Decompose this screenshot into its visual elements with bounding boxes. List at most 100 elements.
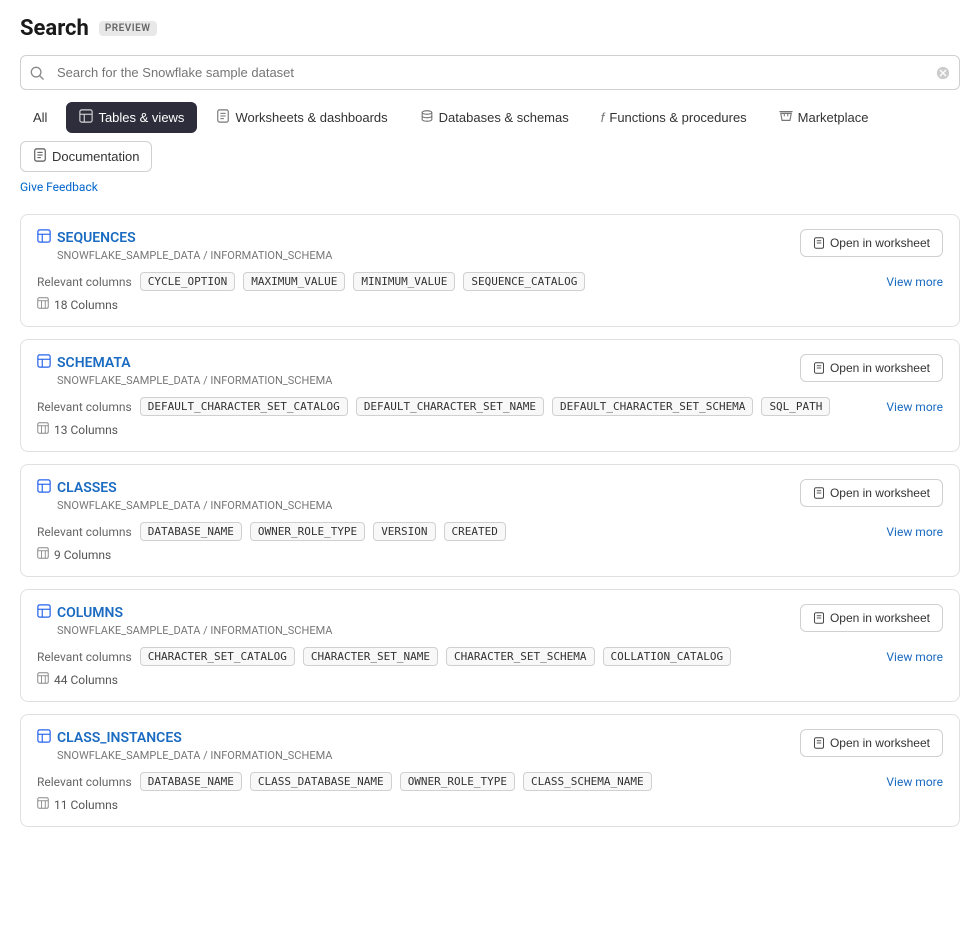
table-icon xyxy=(37,354,51,372)
result-card-schemata: SCHEMATA SNOWFLAKE_SAMPLE_DATA / INFORMA… xyxy=(20,339,960,452)
tab-marketplace-label: Marketplace xyxy=(798,110,869,125)
card-title-block: CLASS_INSTANCES SNOWFLAKE_SAMPLE_DATA / … xyxy=(37,729,332,762)
table-icon xyxy=(37,479,51,497)
columns-icon xyxy=(37,422,49,437)
result-card-classes: CLASSES SNOWFLAKE_SAMPLE_DATA / INFORMAT… xyxy=(20,464,960,577)
tab-tables-views-label: Tables & views xyxy=(98,110,184,125)
col-tag[interactable]: OWNER_ROLE_TYPE xyxy=(400,772,515,791)
col-tag[interactable]: CYCLE_OPTION xyxy=(140,272,235,291)
col-tag[interactable]: CHARACTER_SET_CATALOG xyxy=(140,647,295,666)
open-worksheet-classes[interactable]: Open in worksheet xyxy=(800,479,943,507)
card-name-row: SEQUENCES xyxy=(37,229,332,247)
result-card-columns: COLUMNS SNOWFLAKE_SAMPLE_DATA / INFORMAT… xyxy=(20,589,960,702)
result-name-classes[interactable]: CLASSES xyxy=(57,480,117,496)
result-path-class-instances: SNOWFLAKE_SAMPLE_DATA / INFORMATION_SCHE… xyxy=(57,749,332,762)
card-name-row: CLASS_INSTANCES xyxy=(37,729,332,747)
col-tag[interactable]: CLASS_DATABASE_NAME xyxy=(250,772,392,791)
tab-tables-views[interactable]: Tables & views xyxy=(66,102,197,133)
card-title-block: SEQUENCES SNOWFLAKE_SAMPLE_DATA / INFORM… xyxy=(37,229,332,262)
tab-marketplace[interactable]: Marketplace xyxy=(766,102,882,133)
card-title-block: CLASSES SNOWFLAKE_SAMPLE_DATA / INFORMAT… xyxy=(37,479,332,512)
search-input[interactable]: Search for the Snowflake sample dataset xyxy=(20,55,960,90)
view-more-classes[interactable]: View more xyxy=(886,525,943,539)
preview-badge: PREVIEW xyxy=(99,21,157,36)
result-name-class-instances[interactable]: CLASS_INSTANCES xyxy=(57,730,182,746)
col-tag[interactable]: DEFAULT_CHARACTER_SET_NAME xyxy=(356,397,544,416)
col-tag[interactable]: MAXIMUM_VALUE xyxy=(243,272,345,291)
relevant-label-classes: Relevant columns xyxy=(37,525,132,539)
tab-databases-schemas[interactable]: Databases & schemas xyxy=(407,102,582,133)
search-icon xyxy=(30,66,44,80)
results-list: SEQUENCES SNOWFLAKE_SAMPLE_DATA / INFORM… xyxy=(20,214,960,827)
open-worksheet-label-class-instances: Open in worksheet xyxy=(830,736,930,750)
tab-functions-procedures[interactable]: f Functions & procedures xyxy=(588,103,760,132)
col-tag[interactable]: COLLATION_CATALOG xyxy=(603,647,732,666)
col-tag[interactable]: CREATED xyxy=(444,522,506,541)
worksheets-icon xyxy=(216,109,230,126)
search-bar-wrapper: Search for the Snowflake sample dataset xyxy=(20,55,960,90)
relevant-label-schemata: Relevant columns xyxy=(37,400,132,414)
col-tag[interactable]: DEFAULT_CHARACTER_SET_SCHEMA xyxy=(552,397,753,416)
tab-worksheets-label: Worksheets & dashboards xyxy=(235,110,387,125)
open-worksheet-label-schemata: Open in worksheet xyxy=(830,361,930,375)
col-tag[interactable]: DEFAULT_CHARACTER_SET_CATALOG xyxy=(140,397,348,416)
view-more-schemata[interactable]: View more xyxy=(886,400,943,414)
functions-icon: f xyxy=(601,110,605,125)
tab-all[interactable]: All xyxy=(20,103,60,132)
open-worksheet-sequences[interactable]: Open in worksheet xyxy=(800,229,943,257)
search-clear-icon[interactable] xyxy=(936,66,950,80)
view-more-columns[interactable]: View more xyxy=(886,650,943,664)
result-card-sequences: SEQUENCES SNOWFLAKE_SAMPLE_DATA / INFORM… xyxy=(20,214,960,327)
open-worksheet-schemata[interactable]: Open in worksheet xyxy=(800,354,943,382)
col-count-label-classes: 9 Columns xyxy=(54,548,111,562)
card-title-block: SCHEMATA SNOWFLAKE_SAMPLE_DATA / INFORMA… xyxy=(37,354,332,387)
give-feedback-link[interactable]: Give Feedback xyxy=(20,180,98,194)
view-more-class-instances[interactable]: View more xyxy=(886,775,943,789)
doc-icon xyxy=(33,148,47,165)
tab-worksheets-dashboards[interactable]: Worksheets & dashboards xyxy=(203,102,400,133)
col-tag[interactable]: SEQUENCE_CATALOG xyxy=(463,272,585,291)
page-header: Search PREVIEW xyxy=(20,16,960,41)
col-tag[interactable]: DATABASE_NAME xyxy=(140,772,242,791)
col-tag[interactable]: VERSION xyxy=(373,522,435,541)
col-tag[interactable]: OWNER_ROLE_TYPE xyxy=(250,522,365,541)
col-tag[interactable]: CHARACTER_SET_SCHEMA xyxy=(446,647,594,666)
open-worksheet-label-classes: Open in worksheet xyxy=(830,486,930,500)
result-name-schemata[interactable]: SCHEMATA xyxy=(57,355,131,371)
col-tag[interactable]: SQL_PATH xyxy=(761,397,830,416)
col-tag[interactable]: DATABASE_NAME xyxy=(140,522,242,541)
result-name-columns[interactable]: COLUMNS xyxy=(57,605,123,621)
result-path-classes: SNOWFLAKE_SAMPLE_DATA / INFORMATION_SCHE… xyxy=(57,499,332,512)
col-count-label-sequences: 18 Columns xyxy=(54,298,118,312)
card-name-row: COLUMNS xyxy=(37,604,332,622)
columns-icon xyxy=(37,297,49,312)
table-icon xyxy=(37,604,51,622)
tab-databases-label: Databases & schemas xyxy=(439,110,569,125)
col-count-columns: 44 Columns xyxy=(37,672,943,687)
col-count-label-schemata: 13 Columns xyxy=(54,423,118,437)
result-path-schemata: SNOWFLAKE_SAMPLE_DATA / INFORMATION_SCHE… xyxy=(57,374,332,387)
col-count-classes: 9 Columns xyxy=(37,547,943,562)
relevant-label-class-instances: Relevant columns xyxy=(37,775,132,789)
documentation-button[interactable]: Documentation xyxy=(20,141,152,172)
databases-icon xyxy=(420,109,434,126)
card-title-block: COLUMNS SNOWFLAKE_SAMPLE_DATA / INFORMAT… xyxy=(37,604,332,637)
open-worksheet-class-instances[interactable]: Open in worksheet xyxy=(800,729,943,757)
relevant-columns-row-sequences: Relevant columns CYCLE_OPTION MAXIMUM_VA… xyxy=(37,272,943,291)
relevant-label-columns: Relevant columns xyxy=(37,650,132,664)
col-count-sequences: 18 Columns xyxy=(37,297,943,312)
table-icon xyxy=(37,229,51,247)
col-tag[interactable]: MINIMUM_VALUE xyxy=(353,272,455,291)
view-more-sequences[interactable]: View more xyxy=(886,275,943,289)
open-worksheet-label-columns: Open in worksheet xyxy=(830,611,930,625)
col-tag[interactable]: CLASS_SCHEMA_NAME xyxy=(523,772,652,791)
card-header: CLASSES SNOWFLAKE_SAMPLE_DATA / INFORMAT… xyxy=(37,479,943,512)
relevant-columns-row-class-instances: Relevant columns DATABASE_NAME CLASS_DAT… xyxy=(37,772,943,791)
card-header: COLUMNS SNOWFLAKE_SAMPLE_DATA / INFORMAT… xyxy=(37,604,943,637)
open-worksheet-columns[interactable]: Open in worksheet xyxy=(800,604,943,632)
result-name-sequences[interactable]: SEQUENCES xyxy=(57,230,136,246)
card-header: CLASS_INSTANCES SNOWFLAKE_SAMPLE_DATA / … xyxy=(37,729,943,762)
tabs-row: All Tables & views Worksheets & dashboar… xyxy=(20,102,960,133)
col-tag[interactable]: CHARACTER_SET_NAME xyxy=(303,647,438,666)
page-title: Search xyxy=(20,16,89,41)
